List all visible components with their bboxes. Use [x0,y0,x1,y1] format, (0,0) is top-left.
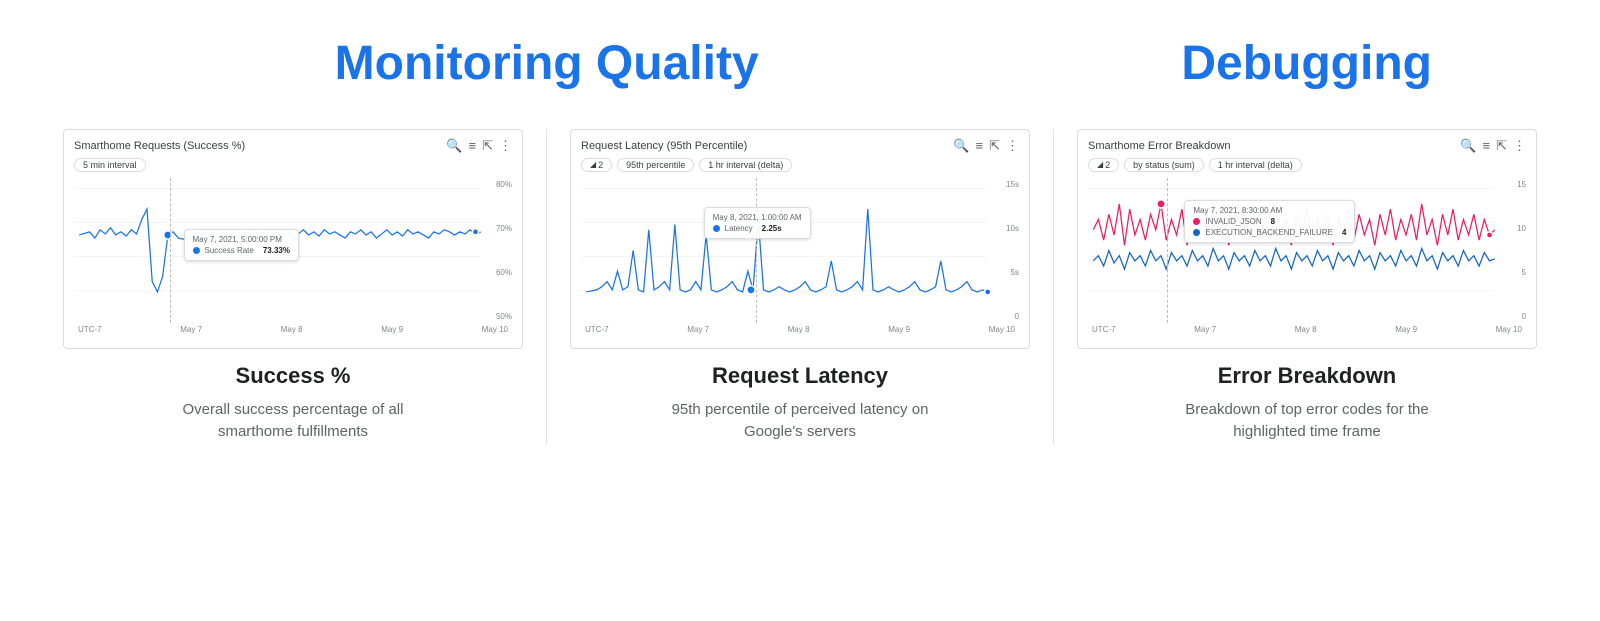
success-chart-box: Smarthome Requests (Success %) 🔍 ≡ ⇱ ⋮ 5… [63,129,523,349]
success-chart-icons: 🔍 ≡ ⇱ ⋮ [446,138,512,154]
debugging-title: Debugging [1181,38,1432,91]
more-icon[interactable]: ⋮ [1513,138,1526,154]
latency-filters: ◢ 2 95th percentile 1 hr interval (delta… [581,158,1019,172]
success-chart-area: 80% 70% 60% 50% May 7, 2021, 5:00:00 PM … [74,178,512,323]
legend-icon[interactable]: ≡ [469,138,477,154]
success-tooltip-date: May 7, 2021, 5:00:00 PM [193,235,291,244]
more-icon[interactable]: ⋮ [1006,138,1019,154]
error-tooltip: May 7, 2021, 8:30:00 AM INVALID_JSON 8 E… [1184,200,1355,243]
error-chart-area: 15 10 5 0 May 7, 2021, 8:30:00 AM INVALI… [1088,178,1526,323]
expand-icon[interactable]: ⇱ [1496,138,1507,154]
latency-tooltip-date: May 8, 2021, 1:00:00 AM [713,213,802,222]
latency-tooltip: May 8, 2021, 1:00:00 AM Latency 2.25s [704,207,811,239]
latency-line-chart [581,178,1019,323]
error-chart-box: Smarthome Error Breakdown 🔍 ≡ ⇱ ⋮ ◢ 2 by… [1077,129,1537,349]
more-icon[interactable]: ⋮ [499,138,512,154]
success-filters: 5 min interval [74,158,512,172]
search-icon[interactable]: 🔍 [953,138,969,154]
success-dot [193,247,200,254]
error-tooltip-date: May 7, 2021, 8:30:00 AM [1193,206,1346,215]
success-tooltip-row: Success Rate 73.33% [193,246,291,255]
error-filter-status[interactable]: by status (sum) [1124,158,1204,172]
execution-failure-dot [1193,229,1200,236]
error-tooltip-row-1: INVALID_JSON 8 [1193,217,1346,226]
success-filter-1[interactable]: 5 min interval [74,158,146,172]
search-icon[interactable]: 🔍 [1460,138,1476,154]
latency-filter-interval[interactable]: 1 hr interval (delta) [699,158,792,172]
success-y-axis: 80% 70% 60% 50% [496,178,512,323]
expand-icon[interactable]: ⇱ [482,138,493,154]
latency-chart-area: 15s 10s 5s 0 May 8, 2021, 1:00:00 AM Lat… [581,178,1019,323]
error-chart-title: Smarthome Error Breakdown [1088,140,1230,152]
monitoring-quality-title: Monitoring Quality [335,38,759,91]
latency-filter-percentile[interactable]: 95th percentile [617,158,694,172]
legend-icon[interactable]: ≡ [976,138,984,154]
error-description: Breakdown of top error codes for the hig… [1157,399,1457,444]
invalid-json-dot [1193,218,1200,225]
latency-chart-title: Request Latency (95th Percentile) [581,140,747,152]
legend-icon[interactable]: ≡ [1483,138,1491,154]
success-chart-title: Smarthome Requests (Success %) [74,140,245,152]
latency-description: 95th percentile of perceived latency on … [650,399,950,444]
filter-icon: ◢ [590,160,596,169]
success-tooltip: May 7, 2021, 5:00:00 PM Success Rate 73.… [184,229,300,261]
expand-icon[interactable]: ⇱ [989,138,1000,154]
latency-x-axis: UTC-7 May 7 May 8 May 9 May 10 [581,325,1019,334]
error-y-axis: 15 10 5 0 [1517,178,1526,323]
latency-chart-icons: 🔍 ≡ ⇱ ⋮ [953,138,1019,154]
error-tooltip-row-2: EXECUTION_BACKEND_FAILURE 4 [1193,228,1346,237]
search-icon[interactable]: 🔍 [446,138,462,154]
latency-section: Request Latency (95th Percentile) 🔍 ≡ ⇱ … [547,129,1053,444]
error-subtitle: Error Breakdown [1218,363,1397,389]
error-chart-icons: 🔍 ≡ ⇱ ⋮ [1460,138,1526,154]
latency-y-axis: 15s 10s 5s 0 [1006,178,1019,323]
latency-dot [713,225,720,232]
success-subtitle: Success % [236,363,351,389]
success-section: Smarthome Requests (Success %) 🔍 ≡ ⇱ ⋮ 5… [40,129,546,444]
latency-tooltip-row: Latency 2.25s [713,224,802,233]
error-section: Smarthome Error Breakdown 🔍 ≡ ⇱ ⋮ ◢ 2 by… [1054,129,1560,444]
error-filter-interval[interactable]: 1 hr interval (delta) [1209,158,1302,172]
success-x-axis: UTC-7 May 7 May 8 May 9 May 10 [74,325,512,334]
latency-subtitle: Request Latency [712,363,888,389]
error-filters: ◢ 2 by status (sum) 1 hr interval (delta… [1088,158,1526,172]
filter-icon: ◢ [1097,160,1103,169]
success-description: Overall success percentage of all smarth… [143,399,443,444]
error-x-axis: UTC-7 May 7 May 8 May 9 May 10 [1088,325,1526,334]
latency-filter-icon[interactable]: ◢ 2 [581,158,612,172]
latency-chart-box: Request Latency (95th Percentile) 🔍 ≡ ⇱ … [570,129,1030,349]
error-filter-icon[interactable]: ◢ 2 [1088,158,1119,172]
